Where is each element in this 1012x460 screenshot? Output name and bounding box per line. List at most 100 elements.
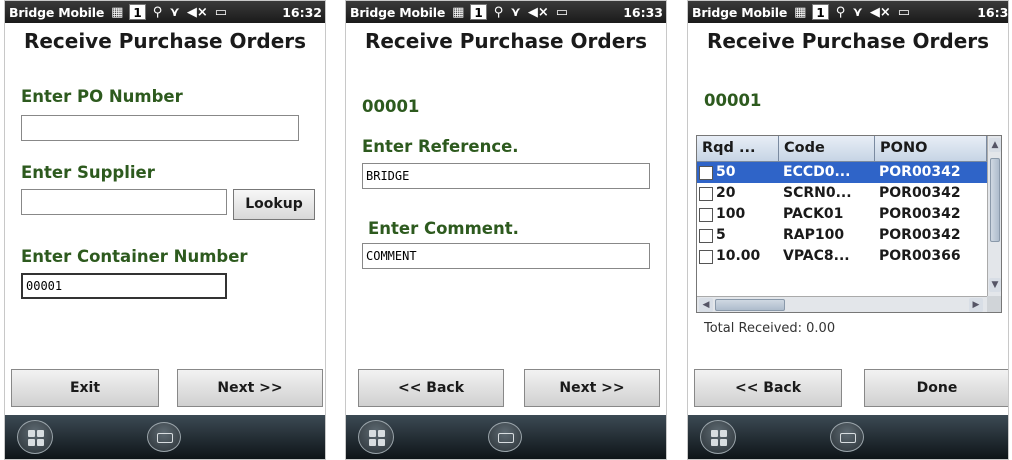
pono-cell: POR00342 [879, 206, 961, 222]
reference-label: Enter Reference. [362, 137, 519, 156]
data-connection-icon: ⚲ [152, 4, 163, 20]
clock: 16:33 [623, 4, 663, 20]
column-header-pono[interactable]: PONO [875, 136, 987, 162]
app-name: Bridge Mobile [350, 4, 446, 20]
reference-input[interactable]: BRIDGE [362, 163, 650, 189]
battery-icon: ▭ [214, 4, 228, 20]
clock: 16:33 [977, 4, 1008, 20]
table-row[interactable]: 50 ECCD0... POR00342 [697, 162, 987, 183]
row-checkbox[interactable] [699, 186, 713, 201]
network-icon: ▦ [794, 4, 807, 20]
status-bar: Bridge Mobile ▦ 1 ⚲ ⋎ ◀× ▭ 16:33 [688, 1, 1008, 23]
column-header-rqd[interactable]: Rqd ... [697, 136, 779, 162]
back-button[interactable]: << Back [694, 369, 842, 407]
rqd-cell: 10.00 [716, 248, 761, 264]
back-button[interactable]: << Back [358, 369, 504, 407]
code-cell: SCRN0... [783, 185, 852, 201]
clock: 16:32 [282, 4, 322, 20]
scroll-right-icon[interactable]: ▶ [969, 298, 983, 312]
lookup-button[interactable]: Lookup [233, 189, 315, 220]
scrollbar-corner [987, 296, 1001, 312]
po-number-input[interactable] [21, 115, 299, 141]
container-number-label: Enter Container Number [21, 247, 248, 266]
keyboard-icon[interactable] [830, 422, 864, 452]
notification-count: 1 [470, 4, 487, 20]
speaker-muted-icon: ◀× [186, 4, 208, 20]
rqd-cell: 100 [716, 206, 746, 222]
code-cell: RAP100 [783, 227, 845, 243]
network-icon: ▦ [111, 4, 124, 20]
code-cell: ECCD0... [783, 164, 851, 180]
signal-icon: ⋎ [169, 4, 180, 20]
table-row[interactable]: 10.00 VPAC8... POR00366 [697, 246, 987, 267]
signal-icon: ⋎ [510, 4, 521, 20]
windows-start-icon[interactable] [17, 420, 53, 454]
scroll-up-icon[interactable]: ▲ [989, 138, 1001, 152]
code-cell: VPAC8... [783, 248, 850, 264]
signal-icon: ⋎ [852, 4, 863, 20]
rqd-cell: 50 [716, 164, 736, 180]
notification-count: 1 [129, 4, 146, 20]
windows-start-icon[interactable] [358, 420, 394, 454]
horizontal-scrollbar[interactable]: ◀ ▶ [697, 296, 987, 312]
next-button[interactable]: Next >> [524, 369, 660, 407]
order-lines-grid[interactable]: Rqd ... Code PONO 50 ECCD0... POR00342 2… [696, 135, 1002, 313]
app-name: Bridge Mobile [9, 4, 105, 20]
row-checkbox[interactable] [699, 207, 713, 222]
pono-cell: POR00342 [879, 164, 961, 180]
grid-header: Rqd ... Code PONO [697, 136, 987, 162]
app-name: Bridge Mobile [692, 4, 788, 20]
status-bar: Bridge Mobile ▦ 1 ⚲ ⋎ ◀× ▭ 16:32 [5, 1, 325, 23]
table-row[interactable]: 100 PACK01 POR00342 [697, 204, 987, 225]
pono-cell: POR00366 [879, 248, 961, 264]
taskbar [688, 415, 1008, 459]
vertical-scroll-thumb[interactable] [990, 158, 1000, 242]
screen-enter-reference: Bridge Mobile ▦ 1 ⚲ ⋎ ◀× ▭ 16:33 Receive… [345, 0, 667, 460]
table-row[interactable]: 5 RAP100 POR00342 [697, 225, 987, 246]
page-title: Receive Purchase Orders [23, 29, 307, 53]
comment-label: Enter Comment. [368, 219, 519, 238]
container-number-display: 00001 [704, 91, 762, 110]
keyboard-icon[interactable] [147, 422, 181, 452]
page-title: Receive Purchase Orders [364, 29, 648, 53]
table-row[interactable]: 20 SCRN0... POR00342 [697, 183, 987, 204]
rqd-cell: 5 [716, 227, 726, 243]
pono-cell: POR00342 [879, 227, 961, 243]
battery-icon: ▭ [897, 4, 911, 20]
data-connection-icon: ⚲ [835, 4, 846, 20]
total-received: Total Received: 0.00 [704, 321, 836, 336]
scroll-down-icon[interactable]: ▼ [989, 278, 1001, 292]
supplier-input[interactable] [21, 189, 227, 215]
speaker-muted-icon: ◀× [869, 4, 891, 20]
battery-icon: ▭ [555, 4, 569, 20]
windows-start-icon[interactable] [700, 420, 736, 454]
vertical-scrollbar[interactable]: ▲ ▼ [987, 136, 1001, 296]
column-header-code[interactable]: Code [779, 136, 875, 162]
notification-count: 1 [812, 4, 829, 20]
speaker-muted-icon: ◀× [527, 4, 549, 20]
scroll-left-icon[interactable]: ◀ [699, 298, 713, 312]
next-button[interactable]: Next >> [177, 369, 323, 407]
network-icon: ▦ [452, 4, 465, 20]
grid-rows: 50 ECCD0... POR00342 20 SCRN0... POR0034… [697, 162, 987, 267]
status-bar: Bridge Mobile ▦ 1 ⚲ ⋎ ◀× ▭ 16:33 [346, 1, 666, 23]
row-checkbox[interactable] [699, 249, 713, 264]
pono-cell: POR00342 [879, 185, 961, 201]
rqd-cell: 20 [716, 185, 736, 201]
taskbar [5, 415, 325, 459]
row-checkbox[interactable] [699, 165, 713, 180]
keyboard-icon[interactable] [488, 422, 522, 452]
code-cell: PACK01 [783, 206, 844, 222]
page-title: Receive Purchase Orders [706, 29, 990, 53]
supplier-label: Enter Supplier [21, 163, 155, 182]
done-button[interactable]: Done [864, 369, 1008, 407]
screen-enter-po: Bridge Mobile ▦ 1 ⚲ ⋎ ◀× ▭ 16:32 Receive… [4, 0, 326, 460]
container-number-input[interactable]: 00001 [21, 273, 227, 299]
row-checkbox[interactable] [699, 228, 713, 243]
comment-input[interactable]: COMMENT [362, 243, 650, 269]
screen-order-lines: Bridge Mobile ▦ 1 ⚲ ⋎ ◀× ▭ 16:33 Receive… [687, 0, 1009, 460]
data-connection-icon: ⚲ [493, 4, 504, 20]
horizontal-scroll-thumb[interactable] [715, 299, 785, 311]
exit-button[interactable]: Exit [11, 369, 159, 407]
container-number-display: 00001 [362, 97, 420, 116]
